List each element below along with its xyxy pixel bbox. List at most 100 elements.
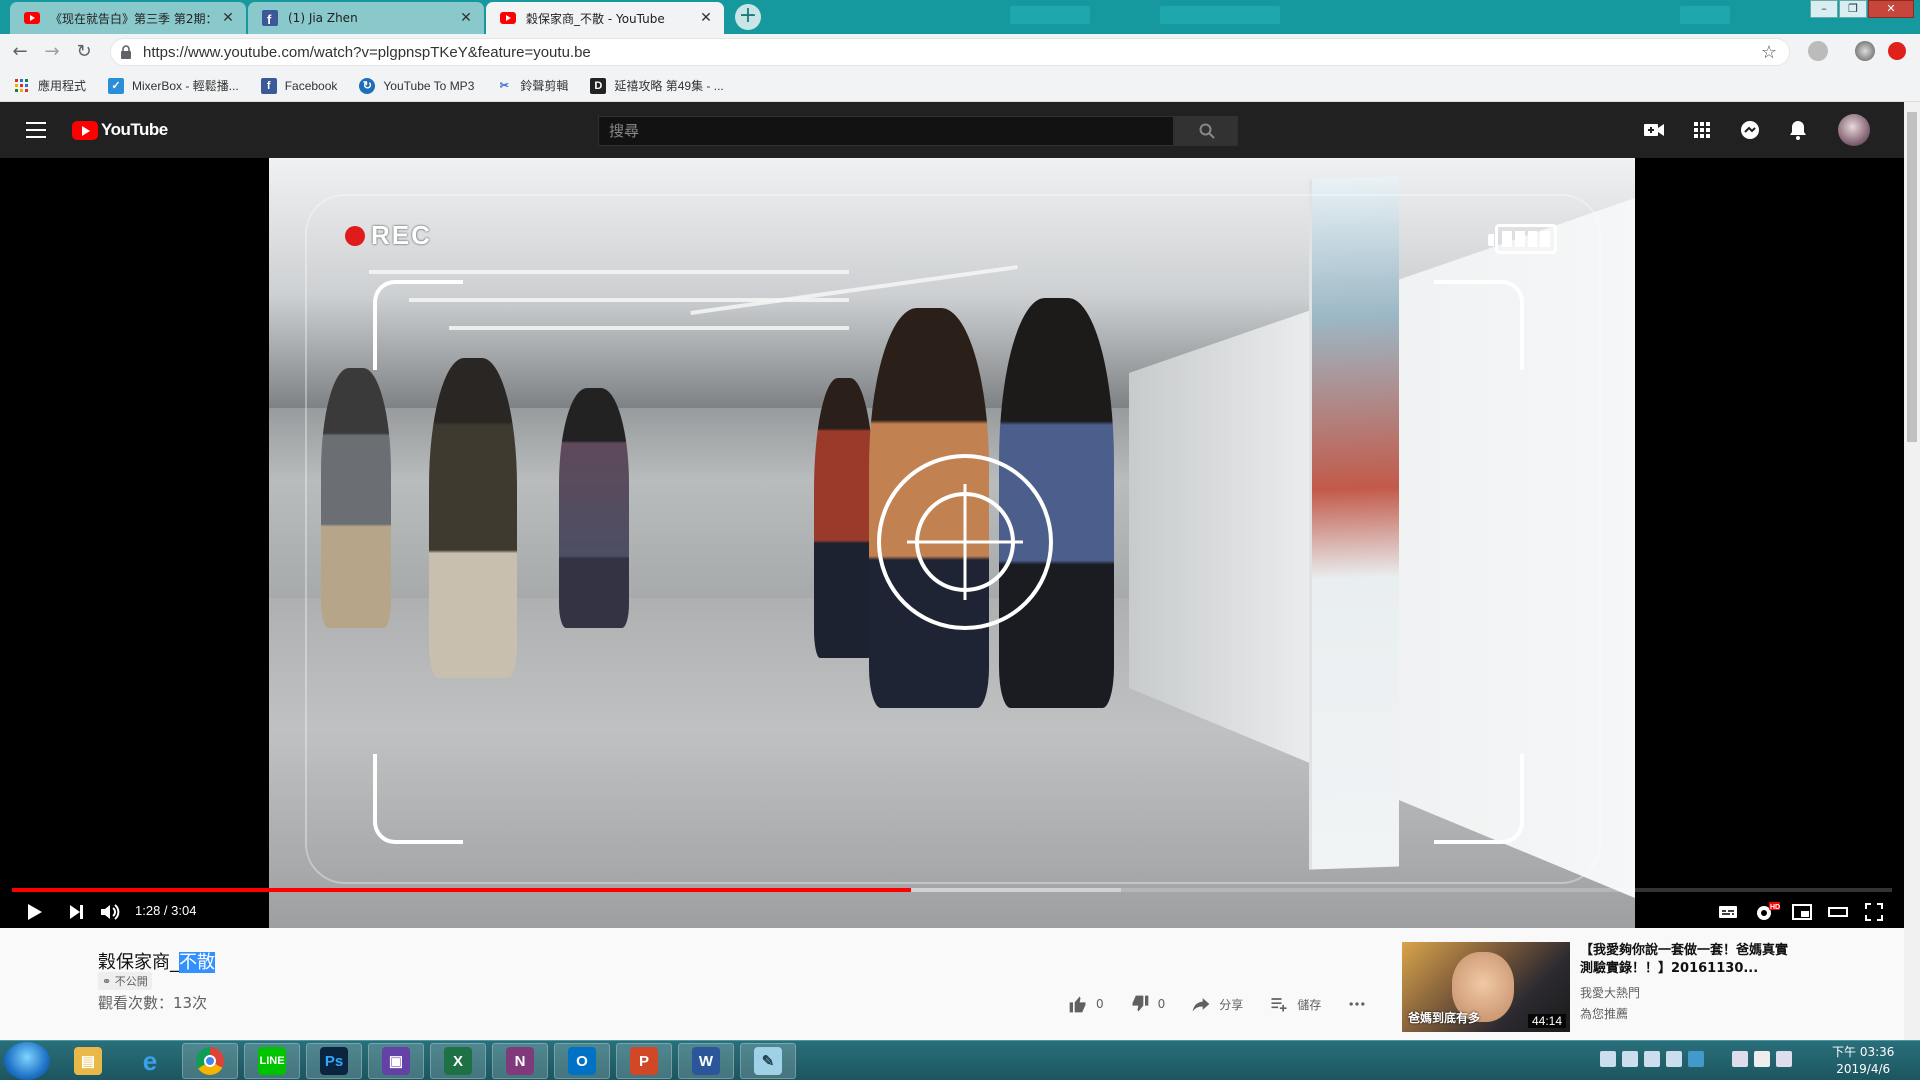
minimize-button[interactable]: –	[1810, 0, 1838, 18]
tray-icon[interactable]	[1600, 1051, 1616, 1067]
view-count: 觀看次數：13次	[98, 994, 208, 1012]
taskbar-outlook[interactable]: O	[554, 1043, 610, 1079]
system-clock[interactable]: 下午 03:36 2019/4/6	[1832, 1044, 1894, 1078]
close-tab-icon[interactable]: ✕	[698, 10, 714, 26]
close-tab-icon[interactable]: ✕	[220, 10, 236, 26]
save-button[interactable]: 儲存	[1269, 994, 1321, 1014]
taskbar-notepad[interactable]: ✎	[740, 1043, 796, 1079]
record-dot-icon	[345, 225, 365, 246]
progress-bar[interactable]	[12, 888, 1892, 892]
bookmark-mixerbox[interactable]: ✓ MixerBox - 輕鬆播...	[108, 77, 239, 94]
extension-icon[interactable]	[1808, 41, 1828, 61]
titlebar-decoration	[1680, 6, 1730, 24]
start-button[interactable]	[4, 1042, 50, 1080]
taskbar-internet-explorer[interactable]: e	[122, 1043, 178, 1079]
browser-window: 《现在就告白》第三季 第2期：男 ✕ f (1) Jia Zhen ✕ 穀保家商…	[0, 0, 1920, 1080]
reload-icon[interactable]: ↻	[74, 43, 94, 63]
fullscreen-icon[interactable]	[1862, 900, 1886, 924]
close-window-button[interactable]: ✕	[1868, 0, 1914, 18]
tray-chevron-icon[interactable]	[1710, 1051, 1726, 1067]
recommended-title[interactable]: 【我愛夠你說一套做一套！爸媽真實測驗實錄！！】20161130...	[1580, 942, 1790, 980]
video-player[interactable]: REC 1:28 / 3:04 HD	[0, 158, 1904, 928]
subtitles-icon[interactable]	[1716, 900, 1740, 924]
youtube-logo[interactable]: YouTube	[72, 120, 168, 140]
share-button[interactable]: 分享	[1191, 994, 1243, 1014]
new-tab-button[interactable]: +	[735, 4, 761, 30]
more-actions-button[interactable]	[1347, 994, 1375, 1014]
folder-icon: ▤	[74, 1047, 102, 1075]
taskbar-powerpoint[interactable]: P	[616, 1043, 672, 1079]
bookmark-label: YouTube To MP3	[383, 78, 475, 93]
video-title-prefix: 穀保家商_	[98, 952, 179, 973]
profile-avatar-icon[interactable]	[1855, 41, 1875, 61]
bookmark-apps[interactable]: 應用程式	[14, 77, 86, 94]
recommended-video[interactable]: 爸媽到底有多 44:14 【我愛夠你說一套做一套！爸媽真實測驗實錄！！】2016…	[1402, 942, 1790, 1032]
miniplayer-icon[interactable]	[1790, 900, 1814, 924]
back-arrow-icon[interactable]: ←	[10, 43, 30, 63]
network-icon[interactable]	[1776, 1051, 1792, 1067]
extension-red-icon[interactable]	[1888, 42, 1906, 60]
taskbar-explorer[interactable]: ▤	[60, 1043, 116, 1079]
bookmark-youtube-to-mp3[interactable]: ↻ YouTube To MP3	[359, 77, 475, 94]
search-button[interactable]	[1174, 116, 1238, 146]
internet-explorer-icon: e	[142, 1045, 158, 1076]
apps-grid-icon[interactable]	[1690, 118, 1714, 142]
create-video-icon[interactable]	[1642, 118, 1666, 142]
video-frame[interactable]: REC	[269, 158, 1635, 928]
next-icon[interactable]	[64, 900, 88, 924]
address-bar[interactable]: https://www.youtube.com/watch?v=plgpnspT…	[110, 38, 1790, 66]
scrollbar-thumb[interactable]	[1907, 112, 1917, 442]
messages-icon[interactable]	[1738, 118, 1762, 142]
taskbar-word[interactable]: W	[678, 1043, 734, 1079]
tab-youtube-active[interactable]: 穀保家商_不散 - YouTube ✕	[486, 2, 724, 34]
tray-icon[interactable]	[1666, 1051, 1682, 1067]
like-count: 0	[1096, 997, 1104, 1011]
recommended-thumbnail[interactable]: 爸媽到底有多 44:14	[1402, 942, 1570, 1032]
bookmark-drama[interactable]: D 延禧攻略 第49集 - ...	[590, 77, 724, 94]
dislike-button[interactable]: 0	[1130, 994, 1165, 1014]
forward-arrow-icon[interactable]: →	[42, 43, 62, 63]
recommended-channel[interactable]: 我愛大熱門	[1580, 984, 1790, 1001]
account-avatar[interactable]	[1838, 114, 1870, 146]
play-icon[interactable]	[22, 900, 46, 924]
menu-icon[interactable]	[26, 122, 46, 138]
viewfinder-corner	[373, 754, 463, 844]
ytmp3-icon: ↻	[359, 77, 376, 94]
bookmark-ringtone[interactable]: ✂ 鈴聲剪輯	[496, 77, 569, 94]
flag-icon[interactable]	[1754, 1051, 1770, 1067]
bookmark-label: 鈴聲剪輯	[520, 79, 569, 93]
theater-mode-icon[interactable]	[1826, 900, 1850, 924]
taskbar-line[interactable]: LINE	[244, 1043, 300, 1079]
settings-gear-icon[interactable]: HD	[1752, 900, 1780, 924]
share-label: 分享	[1219, 997, 1244, 1012]
bookmark-facebook[interactable]: f Facebook	[260, 77, 337, 94]
tray-icon[interactable]	[1622, 1051, 1638, 1067]
line-icon: LINE	[258, 1047, 286, 1075]
taskbar-onenote[interactable]: N	[492, 1043, 548, 1079]
notifications-bell-icon[interactable]	[1786, 118, 1810, 142]
close-tab-icon[interactable]: ✕	[458, 10, 474, 26]
search-box	[598, 116, 1174, 146]
taskbar-chrome[interactable]	[182, 1043, 238, 1079]
photoshop-icon: Ps	[320, 1047, 348, 1075]
tray-icon[interactable]	[1644, 1051, 1660, 1067]
bookmark-star-icon[interactable]: ☆	[1761, 42, 1777, 63]
like-button[interactable]: 0	[1068, 994, 1104, 1014]
onenote-icon: N	[506, 1047, 534, 1075]
tab-facebook[interactable]: f (1) Jia Zhen ✕	[248, 2, 484, 34]
taskbar-twitch[interactable]: ▣	[368, 1043, 424, 1079]
help-icon[interactable]	[1688, 1051, 1704, 1067]
tab-confession-show[interactable]: 《现在就告白》第三季 第2期：男 ✕	[10, 2, 246, 34]
youtube-masthead: YouTube	[0, 102, 1904, 158]
bookmark-label: 延禧攻略 第49集 - ...	[614, 79, 724, 93]
browser-toolbar: ← → ↻ https://www.youtube.com/watch?v=pl…	[0, 34, 1920, 70]
search-input[interactable]	[599, 117, 1173, 145]
volume-tray-icon[interactable]	[1732, 1051, 1748, 1067]
taskbar-excel[interactable]: X	[430, 1043, 486, 1079]
volume-icon[interactable]	[98, 900, 122, 924]
page-scrollbar[interactable]	[1904, 102, 1920, 1040]
maximize-button[interactable]: ❐	[1839, 0, 1867, 18]
taskbar-photoshop[interactable]: Ps	[306, 1043, 362, 1079]
tab-title: (1) Jia Zhen	[288, 11, 358, 25]
youtube-icon	[24, 10, 40, 26]
